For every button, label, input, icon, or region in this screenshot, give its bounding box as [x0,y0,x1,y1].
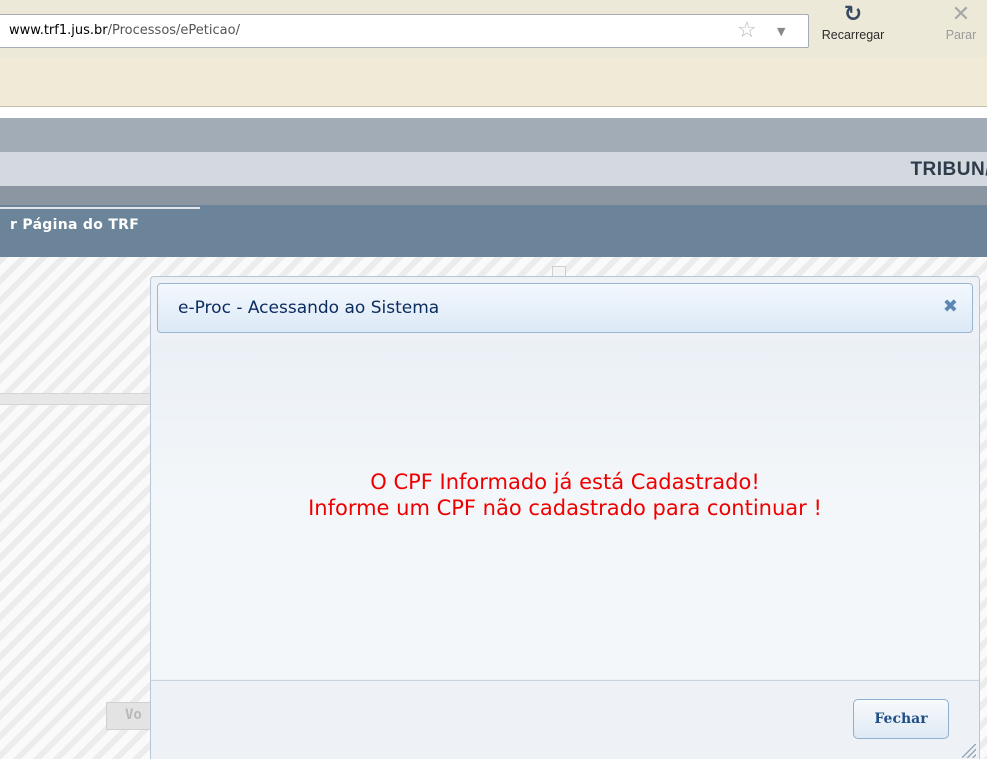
alert-dialog: e-Proc - Acessando ao Sistema ✖ O CPF In… [150,276,980,759]
reload-button[interactable]: ↻ Recarregar [813,2,893,42]
navigation-toolbar: www.trf1.jus.br/Processos/ePeticao/ ☆ ▼ … [0,0,987,58]
reload-icon: ↻ [843,2,863,27]
content-divider [0,393,160,405]
fechar-button[interactable]: Fechar [853,699,949,739]
error-message-line2: Informe um CPF não cadastrado para conti… [308,496,822,520]
reload-label: Recarregar [821,28,885,42]
menu-tab-label[interactable]: r Página do TRF [10,217,139,233]
browser-window: www.trf1.jus.br/Processos/ePeticao/ ☆ ▼ … [0,0,987,759]
star-icon[interactable]: ☆ [737,19,757,43]
error-message-line1: O CPF Informado já está Cadastrado! [370,470,760,494]
bookmarks-toolbar [0,58,987,107]
url-path: /Processos/ePeticao/ [107,23,240,38]
dialog-title: e-Proc - Acessando ao Sistema [178,298,440,318]
site-header-band [0,118,987,152]
dialog-body: O CPF Informado já está Cadastrado! Info… [151,339,979,679]
url-host: www.trf1.jus.br [9,23,108,38]
stop-icon: ✕ [951,2,971,27]
resize-grip-icon[interactable] [962,744,976,758]
stop-button[interactable]: ✕ Parar [933,2,987,42]
close-icon[interactable]: ✖ [943,296,958,318]
url-bar[interactable]: www.trf1.jus.br/Processos/ePeticao/ ☆ ▼ [0,14,809,48]
site-header-title-band [0,152,987,186]
site-title: TRIBUN/ [910,159,987,180]
dropdown-icon[interactable]: ▼ [777,25,785,38]
stop-label: Parar [945,28,977,42]
dialog-titlebar[interactable]: e-Proc - Acessando ao Sistema ✖ [157,283,973,333]
url-text[interactable]: www.trf1.jus.br/Processos/ePeticao/ [9,23,240,38]
error-message: O CPF Informado já está Cadastrado! Info… [151,469,979,521]
site-header-top [0,107,987,118]
